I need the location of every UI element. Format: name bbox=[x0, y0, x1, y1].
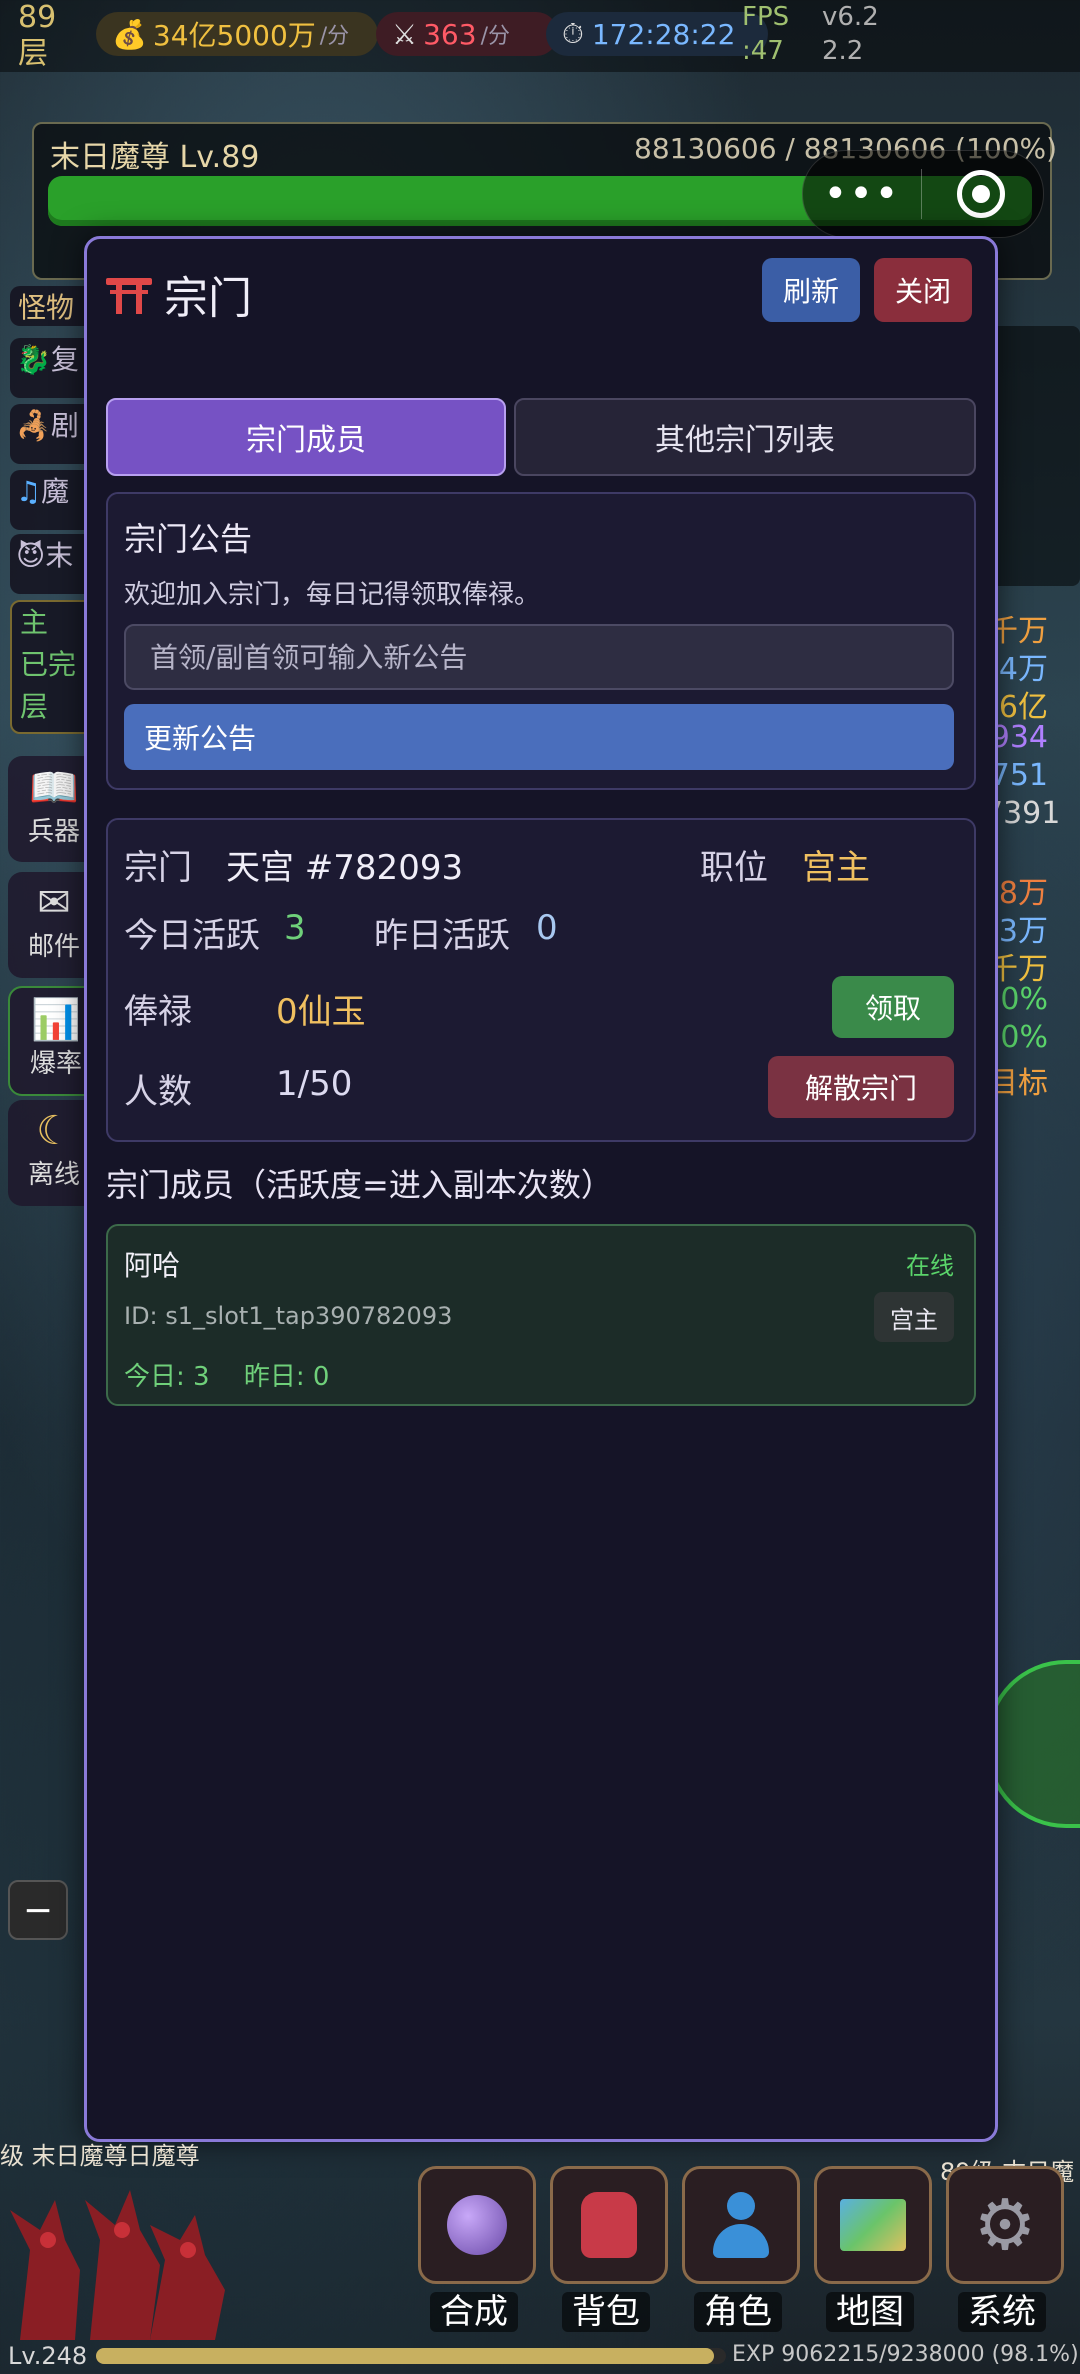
nav-backpack-label: 背包 bbox=[546, 2284, 666, 2333]
nav-system-label: 系统 bbox=[942, 2284, 1062, 2333]
crossed-swords-icon: ⚔ bbox=[392, 17, 418, 51]
nav-character-label: 角色 bbox=[678, 2284, 798, 2333]
stat-value: 0% bbox=[1000, 982, 1048, 1017]
member-name: 阿哈 bbox=[124, 1249, 181, 1282]
map-icon bbox=[840, 2199, 906, 2251]
minimap-panel bbox=[988, 326, 1080, 586]
nav-synthesis-button[interactable] bbox=[418, 2166, 536, 2284]
dragon-icon: 🐉 bbox=[16, 343, 51, 376]
notice-input[interactable] bbox=[124, 624, 954, 690]
monster-label-left: 级 末日魔尊日魔尊 bbox=[0, 2142, 200, 2170]
today-active-label: 今日活跃 bbox=[124, 916, 260, 956]
floor-indicator: 89 层 bbox=[18, 0, 57, 71]
tab-other-sects[interactable]: 其他宗门列表 bbox=[514, 398, 976, 476]
nav-map-button[interactable] bbox=[814, 2166, 932, 2284]
miniprogram-capsule: ••• bbox=[802, 150, 1044, 238]
yesterday-active-value: 0 bbox=[536, 908, 558, 948]
modal-title: 宗门 bbox=[106, 262, 252, 326]
nav-synthesis-label: 合成 bbox=[414, 2284, 534, 2333]
notice-title: 宗门公告 bbox=[124, 520, 253, 558]
stopwatch-icon: ⏱ bbox=[562, 17, 584, 50]
today-active-value: 3 bbox=[284, 908, 306, 948]
boss-name: 末日魔尊 Lv.89 bbox=[50, 140, 260, 175]
position-value: 宫主 bbox=[802, 848, 870, 888]
zoom-out-button[interactable]: − bbox=[8, 1880, 68, 1940]
nav-character-button[interactable] bbox=[682, 2166, 800, 2284]
member-activity: 今日: 3 昨日: 0 bbox=[124, 1362, 330, 1392]
version-label: v6.2 2.2 bbox=[822, 2, 879, 66]
money-bag-icon: 💰 bbox=[112, 17, 147, 51]
gold-rate-pill: 💰 34亿5000万 /分 bbox=[96, 12, 378, 56]
exp-bar bbox=[96, 2348, 726, 2364]
yesterday-active-label: 昨日活跃 bbox=[374, 916, 510, 956]
monster-row-label: 剧 bbox=[50, 409, 79, 442]
stat-value: 7391 bbox=[984, 796, 1061, 831]
close-miniprogram-icon[interactable] bbox=[922, 170, 1040, 218]
online-status: 在线 bbox=[906, 1252, 954, 1280]
modal-title-text: 宗门 bbox=[164, 273, 252, 324]
monster-row-label: 末 bbox=[45, 539, 74, 572]
nav-map-label: 地图 bbox=[810, 2284, 930, 2333]
more-options-icon[interactable]: ••• bbox=[803, 171, 921, 217]
notice-text: 欢迎加入宗门，每日记得领取俸禄。 bbox=[124, 580, 541, 610]
member-count-value: 1/50 bbox=[276, 1064, 353, 1104]
backpack-icon bbox=[581, 2192, 637, 2258]
player-level: Lv.248 bbox=[8, 2342, 88, 2370]
kill-rate-value: 363 bbox=[423, 17, 477, 51]
refresh-button[interactable]: 刷新 bbox=[762, 258, 860, 322]
monster-row-label: 魔 bbox=[41, 475, 70, 508]
stat-value: 934 bbox=[990, 720, 1048, 755]
person-icon bbox=[709, 2192, 773, 2258]
crystal-ball-icon bbox=[447, 2195, 507, 2255]
member-count-label: 人数 bbox=[124, 1072, 192, 1112]
salary-value: 0仙玉 bbox=[276, 992, 366, 1032]
kill-rate-pill: ⚔ 363 /分 bbox=[376, 12, 558, 56]
gear-icon: ⚙ bbox=[973, 2184, 1037, 2266]
exp-text: EXP 9062215/9238000 (98.1%) bbox=[732, 2342, 1079, 2367]
music-note-icon: ♫ bbox=[16, 475, 42, 508]
devil-icon: 😈 bbox=[16, 539, 46, 572]
member-role-badge: 宫主 bbox=[874, 1292, 954, 1342]
stat-value: 751 bbox=[990, 758, 1048, 793]
playtime-value: 172:28:22 bbox=[591, 17, 736, 51]
position-label: 职位 bbox=[700, 848, 768, 888]
claim-salary-button[interactable]: 领取 bbox=[832, 976, 954, 1038]
torii-gate-icon bbox=[106, 274, 152, 314]
member-id: ID: s1_slot1_tap390782093 bbox=[124, 1302, 453, 1330]
nav-system-button[interactable]: ⚙ bbox=[946, 2166, 1064, 2284]
nav-backpack-button[interactable] bbox=[550, 2166, 668, 2284]
gold-rate-unit: /分 bbox=[319, 24, 350, 49]
fps-counter: FPS :47 bbox=[742, 2, 790, 66]
sect-name: 天宫 #782093 bbox=[226, 848, 464, 888]
stat-value: 0% bbox=[1000, 1020, 1048, 1055]
demon-monsters bbox=[10, 2190, 225, 2340]
salary-label: 俸禄 bbox=[124, 992, 192, 1032]
disband-sect-button[interactable]: 解散宗门 bbox=[768, 1056, 954, 1118]
sect-label: 宗门 bbox=[124, 848, 192, 888]
kill-rate-unit: /分 bbox=[480, 24, 510, 49]
scorpion-icon: 🦂 bbox=[16, 409, 51, 442]
gold-rate-value: 34亿5000万 bbox=[152, 19, 316, 52]
members-heading: 宗门成员（活跃度=进入副本次数） bbox=[106, 1166, 613, 1204]
tab-sect-members[interactable]: 宗门成员 bbox=[106, 398, 506, 476]
close-button[interactable]: 关闭 bbox=[874, 258, 972, 322]
exp-bar-fill bbox=[96, 2348, 715, 2364]
update-notice-button[interactable]: 更新公告 bbox=[124, 704, 954, 770]
stat-value: 目标 bbox=[988, 1066, 1048, 1101]
attack-button[interactable] bbox=[986, 1660, 1080, 1828]
playtime-pill: ⏱ 172:28:22 bbox=[546, 12, 768, 56]
monster-row-label: 复 bbox=[50, 343, 79, 376]
